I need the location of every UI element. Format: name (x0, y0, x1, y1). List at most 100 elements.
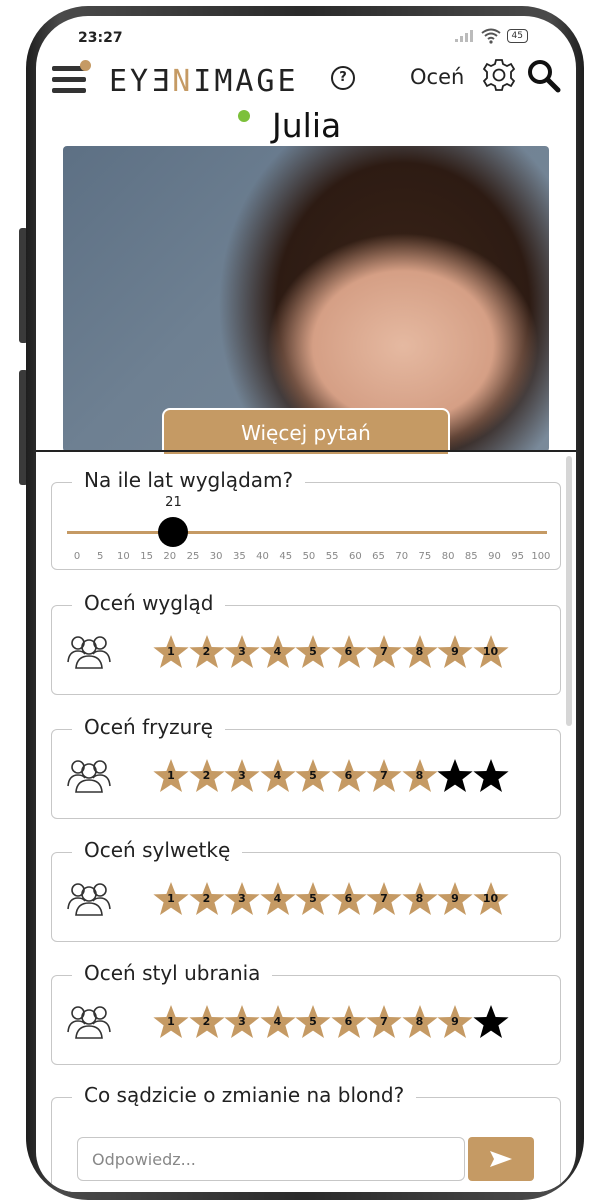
star-filled-icon[interactable]: 4 (259, 634, 297, 670)
star-label: 8 (415, 892, 424, 905)
send-arrow-icon (490, 1151, 512, 1167)
star-label: 3 (238, 645, 246, 658)
age-slider-tick: 50 (302, 551, 316, 562)
star-label: 4 (273, 1015, 282, 1028)
star-label: 9 (451, 645, 459, 658)
star-label: 5 (309, 769, 317, 782)
star-label: 1 (167, 1015, 175, 1028)
star-filled-icon[interactable]: 6 (330, 758, 368, 794)
star-filled-icon[interactable]: 2 (188, 634, 226, 670)
star-label: 1 (167, 645, 175, 658)
star-filled-icon[interactable]: 3 (223, 881, 261, 917)
rating-card-hairstyle: Oceń fryzurę 1 2 3 4 5 6 7 8 (51, 715, 561, 819)
star-filled-icon[interactable]: 5 (294, 634, 332, 670)
star-label: 5 (309, 892, 317, 905)
star-label: 5 (309, 1015, 317, 1028)
star-filled-icon[interactable]: 6 (330, 1004, 368, 1040)
star-label: 2 (202, 892, 211, 905)
open-question-title: Co sądzicie o zmianie na blond? (72, 1083, 417, 1107)
star-label: 8 (415, 645, 424, 658)
star-filled-icon[interactable]: 2 (188, 1004, 226, 1040)
gear-icon[interactable] (482, 58, 516, 92)
rating-card-title: Oceń wygląd (72, 591, 226, 615)
star-filled-icon[interactable]: 5 (294, 881, 332, 917)
star-filled-icon[interactable]: 8 (401, 758, 439, 794)
star-filled-icon[interactable]: 3 (223, 1004, 261, 1040)
star-label: 7 (380, 1015, 388, 1028)
star-empty-icon[interactable] (472, 1004, 510, 1040)
scrollbar[interactable] (566, 456, 572, 726)
help-icon[interactable]: ? (331, 66, 355, 90)
star-filled-icon[interactable]: 7 (365, 881, 403, 917)
star-filled-icon[interactable]: 3 (223, 634, 261, 670)
star-label: 4 (273, 645, 282, 658)
star-label: 9 (451, 892, 459, 905)
star-filled-icon[interactable]: 4 (259, 758, 297, 794)
star-filled-icon[interactable]: 2 (188, 758, 226, 794)
star-filled-icon[interactable]: 1 (152, 758, 190, 794)
star-filled-icon[interactable]: 8 (401, 1004, 439, 1040)
star-label: 2 (202, 1015, 211, 1028)
star-filled-icon[interactable]: 7 (365, 1004, 403, 1040)
star-label: 3 (238, 769, 246, 782)
star-filled-icon[interactable]: 1 (152, 1004, 190, 1040)
rating-card-title: Oceń styl ubrania (72, 961, 273, 985)
app-logo: EYƎNIMAGE (109, 64, 299, 99)
star-label: 6 (344, 1015, 353, 1028)
star-empty-icon[interactable] (436, 758, 474, 794)
star-label: 2 (202, 645, 211, 658)
people-icon (66, 632, 112, 670)
signal-icon (454, 30, 473, 42)
profile-photo[interactable] (63, 146, 549, 452)
star-label: 6 (344, 892, 353, 905)
star-filled-icon[interactable]: 5 (294, 1004, 332, 1040)
profile-header: Julia (36, 104, 576, 148)
star-label: 7 (380, 892, 388, 905)
star-label: 8 (415, 769, 424, 782)
age-slider-tick: 10 (117, 551, 130, 562)
wifi-icon (480, 28, 501, 44)
star-filled-icon[interactable]: 3 (223, 758, 261, 794)
star-filled-icon[interactable]: 8 (401, 634, 439, 670)
star-filled-icon[interactable]: 9 (436, 634, 474, 670)
age-slider-tick: 60 (348, 551, 362, 562)
age-slider-track[interactable] (67, 531, 547, 534)
star-filled-icon[interactable]: 7 (365, 634, 403, 670)
star-filled-icon[interactable]: 10 (472, 634, 510, 670)
star-label: 7 (380, 769, 388, 782)
star-filled-icon[interactable]: 1 (152, 634, 190, 670)
age-slider-thumb[interactable] (158, 517, 189, 547)
search-icon[interactable] (526, 58, 562, 94)
star-filled-icon[interactable]: 8 (401, 881, 439, 917)
app-bar: EYƎNIMAGE ? Oceń (36, 56, 576, 106)
star-filled-icon[interactable]: 4 (259, 1004, 297, 1040)
send-button[interactable] (468, 1137, 534, 1181)
star-empty-icon[interactable] (472, 758, 510, 794)
star-filled-icon[interactable]: 1 (152, 881, 190, 917)
star-label: 4 (273, 769, 282, 782)
star-filled-icon[interactable]: 2 (188, 881, 226, 917)
rate-link[interactable]: Oceń (410, 65, 464, 89)
rating-card-clothing-style: Oceń styl ubrania 1 2 3 4 5 6 7 8 9 (51, 961, 561, 1065)
star-filled-icon[interactable]: 9 (436, 1004, 474, 1040)
answer-input[interactable] (77, 1137, 465, 1181)
age-slider-tick: 20 (163, 551, 177, 562)
star-label: 8 (415, 1015, 424, 1028)
more-questions-button[interactable]: Więcej pytań (162, 408, 450, 454)
star-filled-icon[interactable]: 9 (436, 881, 474, 917)
rating-card-title: Oceń sylwetkę (72, 838, 243, 862)
age-slider-tick: 5 (97, 551, 104, 562)
star-filled-icon[interactable]: 6 (330, 634, 368, 670)
menu-icon[interactable] (52, 60, 91, 94)
status-time: 23:27 (78, 30, 123, 46)
star-filled-icon[interactable]: 5 (294, 758, 332, 794)
star-filled-icon[interactable]: 6 (330, 881, 368, 917)
star-filled-icon[interactable]: 10 (472, 881, 510, 917)
star-filled-icon[interactable]: 7 (365, 758, 403, 794)
age-slider-tick: 70 (395, 551, 409, 562)
rating-card-title: Oceń fryzurę (72, 715, 225, 739)
age-slider-tick: 100 (531, 551, 551, 562)
star-label: 6 (344, 769, 353, 782)
age-slider-tick: 55 (325, 551, 339, 562)
star-filled-icon[interactable]: 4 (259, 881, 297, 917)
